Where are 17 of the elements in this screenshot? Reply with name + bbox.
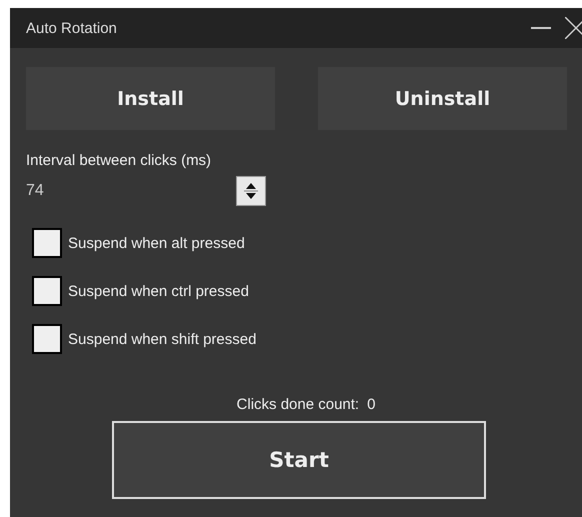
interval-value[interactable]: 74 bbox=[26, 182, 44, 200]
start-button[interactable]: Start bbox=[112, 421, 486, 499]
checkbox-label: Suspend when shift pressed bbox=[68, 330, 256, 348]
action-button[interactable]: Install bbox=[26, 67, 275, 130]
interval-label: Interval between clicks (ms) bbox=[26, 152, 212, 169]
checkbox[interactable] bbox=[32, 228, 62, 258]
counter-value: 0 bbox=[367, 396, 376, 413]
counter-label: Clicks done count: bbox=[236, 396, 360, 413]
spinner-control[interactable] bbox=[236, 176, 266, 206]
action-button[interactable]: Uninstall bbox=[318, 67, 567, 130]
minimize-icon[interactable] bbox=[531, 26, 551, 30]
checkbox-label: Suspend when alt pressed bbox=[68, 234, 245, 252]
checkbox-label: Suspend when ctrl pressed bbox=[68, 282, 249, 300]
close-icon[interactable] bbox=[565, 17, 582, 39]
window-title: Auto Rotation bbox=[26, 20, 118, 36]
checkbox[interactable] bbox=[32, 276, 62, 306]
checkbox[interactable] bbox=[32, 324, 62, 354]
